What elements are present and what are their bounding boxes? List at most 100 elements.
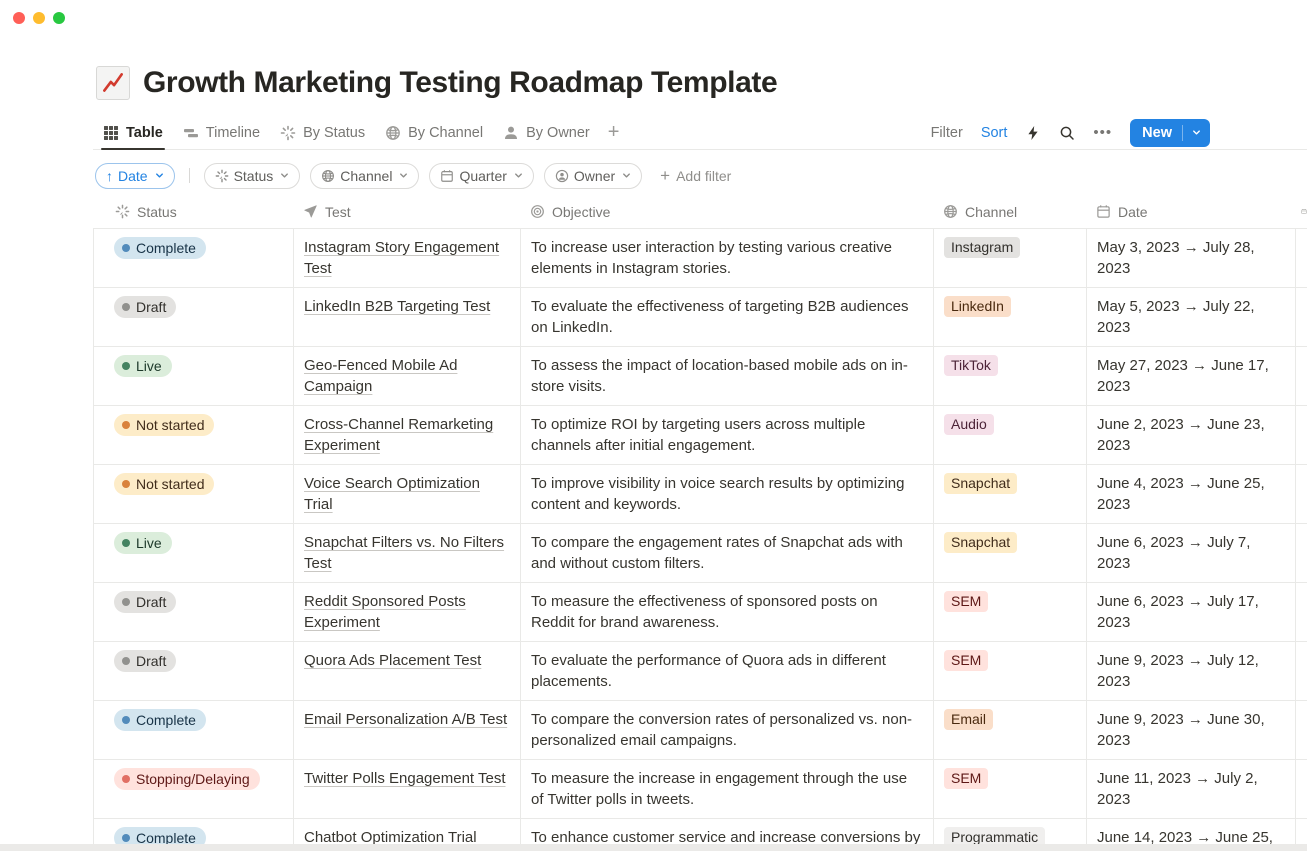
date-cell[interactable]: June 2, 2023 → June 23, 2023 [1087,406,1296,464]
sort-button[interactable]: Sort [981,125,1008,141]
test-link[interactable]: LinkedIn B2B Targeting Test [304,298,490,315]
date-cell[interactable]: June 9, 2023 → June 30, 2023 [1087,701,1296,759]
test-cell[interactable]: Twitter Polls Engagement Test [294,760,521,818]
channel-cell[interactable]: Email [934,701,1087,759]
status-badge[interactable]: Live [114,532,172,554]
sort-chip-date[interactable]: ↑ Date [95,163,175,189]
channel-cell[interactable]: Snapchat [934,524,1087,582]
column-header-clipped[interactable] [1295,195,1307,228]
test-link[interactable]: Snapchat Filters vs. No Filters Test [304,534,504,572]
channel-tag[interactable]: Snapchat [944,532,1017,553]
channel-tag[interactable]: SEM [944,650,988,671]
channel-cell[interactable]: Snapchat [934,465,1087,523]
filter-chip-owner[interactable]: Owner [544,163,642,189]
add-filter-button[interactable]: + Add filter [652,166,731,186]
status-badge[interactable]: Complete [114,237,206,259]
test-link[interactable]: Quora Ads Placement Test [304,652,481,669]
objective-cell[interactable]: To assess the impact of location-based m… [521,347,934,405]
status-cell[interactable]: Not started [94,465,294,523]
date-cell[interactable]: June 6, 2023 → July 17, 2023 [1087,583,1296,641]
clipped-column-cell[interactable] [1296,347,1307,405]
channel-tag[interactable]: Snapchat [944,473,1017,494]
test-link[interactable]: Voice Search Optimization Trial [304,475,480,513]
filter-chip-quarter[interactable]: Quarter [429,163,533,189]
test-cell[interactable]: Email Personalization A/B Test [294,701,521,759]
channel-tag[interactable]: Instagram [944,237,1020,258]
status-cell[interactable]: Draft [94,642,294,700]
objective-cell[interactable]: To evaluate the effectiveness of targeti… [521,288,934,346]
column-header-status[interactable]: Status [93,195,293,228]
objective-cell[interactable]: To improve visibility in voice search re… [521,465,934,523]
status-cell[interactable]: Draft [94,288,294,346]
status-badge[interactable]: Draft [114,591,176,613]
status-badge[interactable]: Not started [114,414,214,436]
channel-tag[interactable]: SEM [944,768,988,789]
close-window-button[interactable] [13,12,25,24]
filter-button[interactable]: Filter [931,125,963,141]
test-link[interactable]: Geo-Fenced Mobile Ad Campaign [304,357,457,395]
date-cell[interactable]: June 9, 2023 → July 12, 2023 [1087,642,1296,700]
test-cell[interactable]: Instagram Story Engagement Test [294,229,521,287]
clipped-column-cell[interactable] [1296,288,1307,346]
tab-by-owner[interactable]: By Owner [493,116,600,149]
channel-tag[interactable]: Email [944,709,993,730]
clipped-column-cell[interactable] [1296,760,1307,818]
date-cell[interactable]: June 6, 2023 → July 7, 2023 [1087,524,1296,582]
tab-by-status[interactable]: By Status [270,116,375,149]
test-cell[interactable]: Geo-Fenced Mobile Ad Campaign [294,347,521,405]
test-cell[interactable]: Reddit Sponsored Posts Experiment [294,583,521,641]
search-icon[interactable] [1059,125,1075,141]
test-cell[interactable]: Snapchat Filters vs. No Filters Test [294,524,521,582]
status-cell[interactable]: Not started [94,406,294,464]
clipped-column-cell[interactable] [1296,229,1307,287]
new-button[interactable]: New [1130,119,1210,147]
minimize-window-button[interactable] [33,12,45,24]
filter-chip-channel[interactable]: Channel [310,163,419,189]
add-view-button[interactable]: + [600,121,628,144]
lightning-bolt-icon[interactable] [1025,125,1041,141]
status-cell[interactable]: Stopping/Delaying [94,760,294,818]
new-button-caret[interactable] [1183,127,1210,138]
test-cell[interactable]: Quora Ads Placement Test [294,642,521,700]
new-button-label[interactable]: New [1130,125,1182,141]
status-badge[interactable]: Live [114,355,172,377]
date-cell[interactable]: June 11, 2023 → July 2, 2023 [1087,760,1296,818]
clipped-column-cell[interactable] [1296,406,1307,464]
column-header-channel[interactable]: Channel [933,195,1086,228]
status-badge[interactable]: Not started [114,473,214,495]
clipped-column-cell[interactable] [1296,583,1307,641]
channel-cell[interactable]: SEM [934,760,1087,818]
status-cell[interactable]: Complete [94,701,294,759]
status-cell[interactable]: Live [94,524,294,582]
status-cell[interactable]: Draft [94,583,294,641]
date-cell[interactable]: May 3, 2023 → July 28, 2023 [1087,229,1296,287]
tab-by-channel[interactable]: By Channel [375,116,493,149]
filter-chip-status[interactable]: Status [204,163,301,189]
chart-increasing-icon[interactable] [96,66,130,100]
clipped-column-cell[interactable] [1296,642,1307,700]
test-link[interactable]: Reddit Sponsored Posts Experiment [304,593,466,631]
channel-cell[interactable]: LinkedIn [934,288,1087,346]
tab-timeline[interactable]: Timeline [173,116,270,149]
status-cell[interactable]: Complete [94,229,294,287]
clipped-column-cell[interactable] [1296,701,1307,759]
test-link[interactable]: Email Personalization A/B Test [304,711,507,728]
objective-cell[interactable]: To measure the effectiveness of sponsore… [521,583,934,641]
horizontal-scrollbar[interactable] [0,844,1307,851]
date-cell[interactable]: May 27, 2023 → June 17, 2023 [1087,347,1296,405]
channel-tag[interactable]: TikTok [944,355,998,376]
test-link[interactable]: Cross-Channel Remarketing Experiment [304,416,493,454]
channel-cell[interactable]: Instagram [934,229,1087,287]
test-link[interactable]: Twitter Polls Engagement Test [304,770,506,787]
objective-cell[interactable]: To increase user interaction by testing … [521,229,934,287]
objective-cell[interactable]: To optimize ROI by targeting users acros… [521,406,934,464]
column-header-test[interactable]: Test [293,195,520,228]
channel-cell[interactable]: SEM [934,583,1087,641]
test-cell[interactable]: LinkedIn B2B Targeting Test [294,288,521,346]
test-cell[interactable]: Cross-Channel Remarketing Experiment [294,406,521,464]
zoom-window-button[interactable] [53,12,65,24]
date-cell[interactable]: June 4, 2023 → June 25, 2023 [1087,465,1296,523]
date-cell[interactable]: May 5, 2023 → July 22, 2023 [1087,288,1296,346]
channel-cell[interactable]: SEM [934,642,1087,700]
status-cell[interactable]: Live [94,347,294,405]
